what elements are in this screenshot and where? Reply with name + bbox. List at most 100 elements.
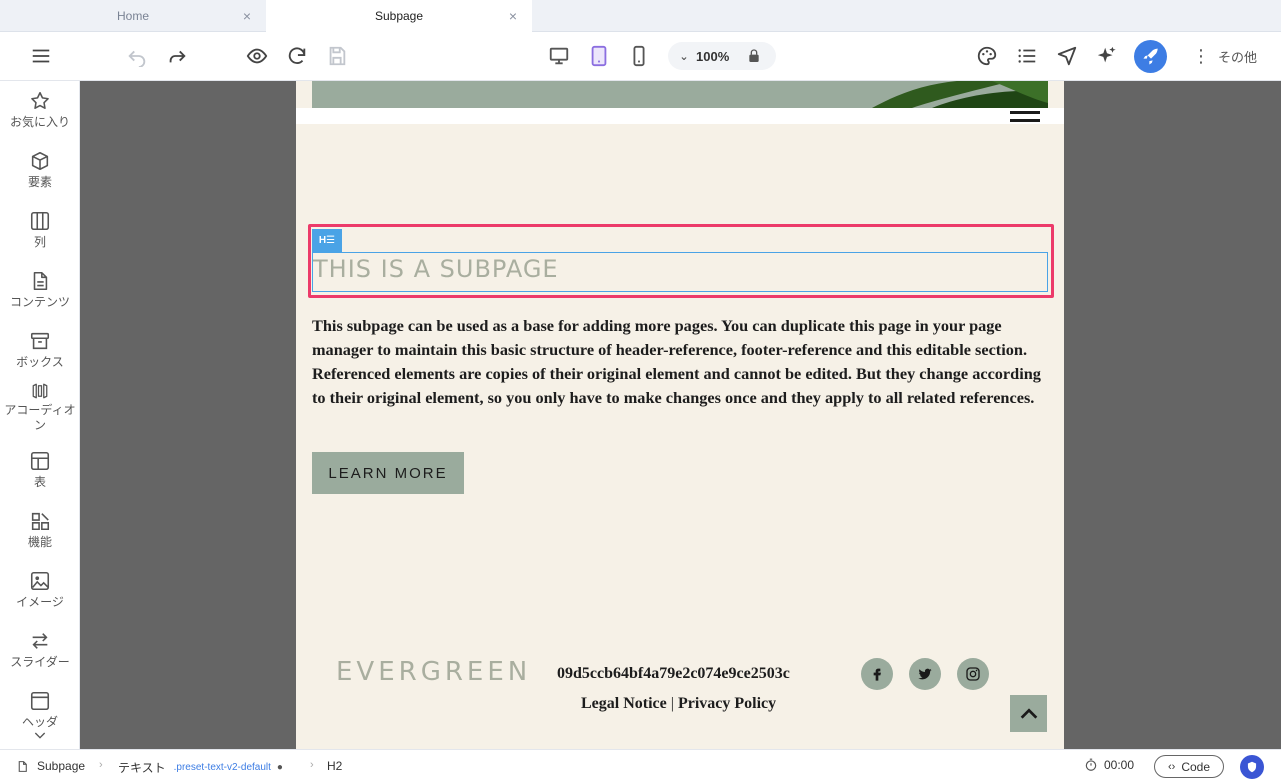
sidebar-item-label: 機能 — [27, 535, 52, 549]
hamburger-menu-icon[interactable] — [1010, 111, 1040, 131]
heading-element-badge[interactable]: H☰ — [312, 229, 342, 252]
desktop-view-icon[interactable] — [547, 44, 571, 68]
instagram-button[interactable] — [957, 658, 989, 690]
table-icon — [30, 451, 50, 471]
twitter-button[interactable] — [909, 658, 941, 690]
close-icon[interactable]: × — [240, 9, 254, 23]
star-icon — [31, 91, 49, 110]
sidebar-item-slider[interactable]: スライダー — [0, 621, 79, 681]
zoom-control[interactable]: ⌄ 100% — [668, 42, 776, 70]
sidebar-item-label: イメージ — [16, 595, 64, 609]
menu-icon[interactable] — [29, 44, 53, 68]
sidebar-item-image[interactable]: イメージ — [0, 561, 79, 621]
hero-image — [312, 81, 1048, 108]
leaf-image — [872, 81, 1048, 108]
page-icon — [18, 760, 27, 772]
list-icon[interactable] — [1015, 44, 1039, 68]
tab-bar: Home × Subpage × — [0, 0, 1281, 32]
sidebar-item-box[interactable]: ボックス — [0, 321, 79, 381]
sidebar-item-label: コンテンツ — [9, 295, 70, 309]
lock-icon[interactable] — [742, 48, 766, 64]
legal-notice-link[interactable]: Legal Notice — [581, 695, 667, 712]
columns-icon — [30, 211, 50, 231]
footer-logo: EVERGREEN — [336, 657, 532, 687]
sidebar-item-columns[interactable]: 列 — [0, 201, 79, 261]
undo-icon[interactable] — [125, 44, 149, 68]
sidebar-item-label: 列 — [33, 235, 46, 249]
facebook-icon — [873, 668, 881, 681]
learn-more-button[interactable]: LEARN MORE — [312, 452, 464, 494]
footer-links: Legal Notice | Privacy Policy — [581, 695, 776, 713]
privacy-policy-link[interactable]: Privacy Policy — [678, 695, 776, 712]
sidebar-item-features[interactable]: 機能 — [0, 501, 79, 561]
sidebar-item-accordion[interactable]: アコーディオン — [0, 373, 79, 433]
ai-sparkle-icon[interactable] — [1095, 44, 1119, 68]
image-icon — [30, 571, 50, 591]
tab-subpage[interactable]: Subpage × — [266, 0, 532, 32]
rocket-icon — [1143, 48, 1158, 64]
palette-icon[interactable] — [975, 44, 999, 68]
breadcrumb-chevron-icon: › — [99, 759, 103, 771]
preview-eye-icon[interactable] — [245, 44, 269, 68]
zoom-value: 100% — [696, 48, 730, 64]
accordion-icon — [32, 383, 48, 399]
sidebar-item-content[interactable]: コンテンツ — [0, 261, 79, 321]
header-icon — [30, 691, 50, 711]
toolbar: ⌄ 100% ⋮ その他 — [0, 32, 1281, 81]
sidebar-item-table[interactable]: 表 — [0, 441, 79, 501]
sidebar-item-favorites[interactable]: お気に入り — [0, 81, 79, 141]
tab-label: Subpage — [374, 9, 424, 23]
box-icon — [30, 332, 50, 350]
slider-icon — [32, 633, 48, 649]
footer-hash-text: 09d5ccb64bf4a79e2c074e9ce2503c — [557, 665, 790, 682]
scroll-to-top-button[interactable] — [1010, 695, 1047, 732]
redo-icon[interactable] — [165, 44, 189, 68]
page-header-strip — [296, 108, 1064, 124]
footer-link-separator: | — [670, 695, 674, 712]
status-bar: Subpage › テキスト .preset-text-v2-default ●… — [0, 749, 1281, 782]
sidebar-item-label: 表 — [33, 475, 46, 489]
timer: 00:00 — [1084, 758, 1134, 772]
more-label: その他 — [1218, 49, 1258, 65]
save-icon[interactable] — [325, 44, 349, 68]
more-menu[interactable]: ⋮ その他 — [1192, 44, 1257, 68]
tab-home[interactable]: Home × — [0, 0, 266, 32]
chevron-down-icon[interactable]: ⌄ — [672, 50, 696, 63]
close-icon[interactable]: × — [506, 9, 520, 23]
sidebar-item-label: ボックス — [16, 355, 64, 369]
sidebar-item-elements[interactable]: 要素 — [0, 141, 79, 201]
shield-button[interactable] — [1240, 755, 1264, 779]
breadcrumb-preset: .preset-text-v2-default — [173, 762, 271, 773]
shield-icon — [1247, 761, 1257, 773]
code-icon: ‹› — [1167, 760, 1176, 773]
facebook-button[interactable] — [861, 658, 893, 690]
breadcrumb-element-label: テキスト — [118, 761, 166, 775]
breadcrumb-tag[interactable]: H2 — [327, 759, 342, 773]
breadcrumb-element[interactable]: テキスト .preset-text-v2-default ● — [118, 759, 283, 776]
page-preview: H☰ THIS IS A SUBPAGE This subpage can be… — [296, 81, 1064, 749]
element-sidebar: お気に入り 要素 列 コンテンツ ボックス アコーディオン 表 機能 イメージ … — [0, 81, 80, 749]
chevron-up-icon — [1020, 707, 1037, 719]
stopwatch-icon — [1085, 758, 1097, 771]
instagram-icon — [966, 667, 980, 681]
page-heading[interactable]: THIS IS A SUBPAGE — [313, 255, 559, 283]
more-vertical-icon: ⋮ — [1192, 45, 1210, 66]
breadcrumb-page-label: Subpage — [37, 759, 86, 773]
breadcrumb-chevron-icon: › — [310, 759, 314, 771]
mobile-view-icon[interactable] — [627, 44, 651, 68]
tablet-view-icon[interactable] — [587, 44, 611, 68]
chevron-down-icon[interactable] — [32, 727, 48, 743]
code-button[interactable]: ‹› Code — [1154, 755, 1224, 778]
breadcrumb-page[interactable]: Subpage — [16, 759, 85, 773]
navigation-icon[interactable] — [1055, 44, 1079, 68]
code-button-label: Code — [1181, 759, 1210, 774]
timer-value: 00:00 — [1104, 758, 1135, 772]
refresh-icon[interactable] — [285, 44, 309, 68]
sidebar-item-label: スライダー — [10, 655, 70, 669]
document-icon — [33, 271, 48, 291]
publish-button[interactable] — [1134, 40, 1167, 73]
intro-paragraph[interactable]: This subpage can be used as a base for a… — [312, 314, 1052, 410]
breadcrumb-tag-label: H2 — [327, 759, 343, 773]
sidebar-item-label: アコーディオン — [4, 403, 76, 432]
tab-label: Home — [116, 9, 149, 23]
